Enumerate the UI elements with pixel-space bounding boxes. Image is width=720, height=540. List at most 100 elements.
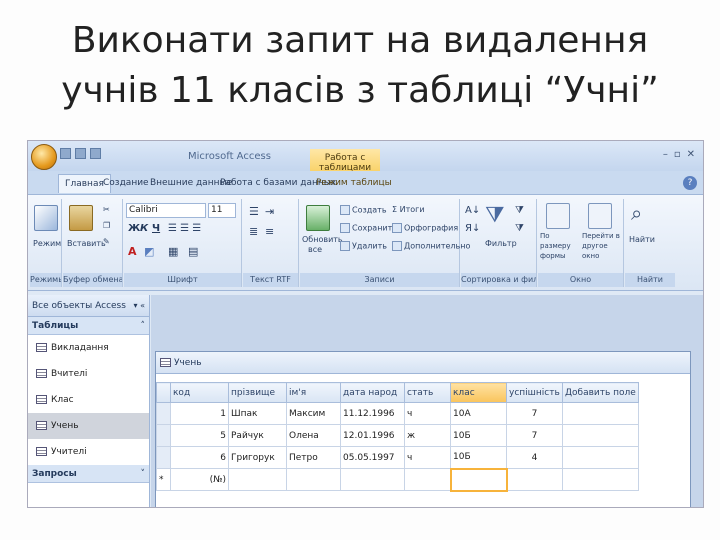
- new-row-id-cell[interactable]: (№): [170, 468, 229, 491]
- table-cell[interactable]: 10Б: [450, 424, 507, 447]
- table-cell[interactable]: [340, 468, 405, 491]
- column-header[interactable]: прізвище: [228, 382, 287, 403]
- copy-icon[interactable]: ❐: [103, 221, 110, 230]
- column-header[interactable]: стать: [404, 382, 451, 403]
- add-field-header[interactable]: Добавить поле: [562, 382, 639, 403]
- save-record-button[interactable]: Сохранить: [340, 223, 397, 233]
- column-header[interactable]: ім'я: [286, 382, 341, 403]
- column-header[interactable]: код: [170, 382, 229, 403]
- refresh-icon[interactable]: [306, 205, 330, 231]
- filter-icon[interactable]: ⧩: [485, 203, 505, 228]
- nav-item-uchen[interactable]: Учень: [28, 413, 149, 439]
- format-painter-icon[interactable]: ✎: [103, 237, 110, 246]
- save-icon[interactable]: [60, 148, 71, 159]
- sort-desc-icon[interactable]: Я↓: [465, 223, 480, 234]
- row-selector[interactable]: [156, 402, 171, 425]
- table-cell[interactable]: Максим: [286, 402, 341, 425]
- row-selector[interactable]: [156, 446, 171, 469]
- font-color-icon[interactable]: A: [128, 245, 137, 258]
- redo-icon[interactable]: [90, 148, 101, 159]
- table-cell[interactable]: 12.01.1996: [340, 424, 405, 447]
- nav-item-klas[interactable]: Клас: [28, 387, 149, 413]
- alt-row-color-icon[interactable]: ▤: [188, 245, 198, 258]
- fit-form-icon[interactable]: [546, 203, 570, 229]
- fit-form-button[interactable]: По размеру формы: [540, 231, 580, 261]
- datasheet-tab[interactable]: Учень: [156, 352, 690, 374]
- advanced-filter-icon[interactable]: ⧩: [515, 223, 524, 234]
- numbering-icon[interactable]: ≡: [265, 225, 274, 238]
- more-button[interactable]: Дополнительно: [392, 241, 470, 251]
- table-cell[interactable]: Петро: [286, 446, 341, 469]
- switch-window-button[interactable]: Перейти в другое окно: [582, 231, 624, 261]
- close-icon[interactable]: ✕: [687, 149, 695, 160]
- row-selector[interactable]: [156, 424, 171, 447]
- font-name-select[interactable]: Calibri: [126, 203, 206, 218]
- view-icon[interactable]: [34, 205, 58, 231]
- table-row[interactable]: 1 Шпак Максим 11.12.1996 ч 10А 7: [156, 402, 639, 425]
- tab-create[interactable]: Создание: [103, 178, 149, 188]
- bullets-icon[interactable]: ≣: [249, 225, 258, 238]
- nav-item-vchyteli[interactable]: Вчителі: [28, 361, 149, 387]
- table-cell[interactable]: [562, 468, 639, 491]
- nav-group-tables[interactable]: Таблицы ˄: [28, 317, 149, 335]
- indent-icon[interactable]: ⇥: [265, 205, 274, 218]
- table-cell[interactable]: 11.12.1996: [340, 402, 405, 425]
- table-cell[interactable]: 5: [170, 424, 229, 447]
- active-cell[interactable]: [449, 467, 508, 492]
- refresh-button-line1[interactable]: Обновить: [302, 235, 343, 245]
- table-cell[interactable]: [286, 468, 341, 491]
- align-left-icon[interactable]: ☰: [249, 205, 259, 218]
- find-button[interactable]: Найти: [629, 235, 655, 245]
- table-cell[interactable]: ч: [404, 402, 451, 425]
- bold-button[interactable]: Ж: [128, 223, 140, 234]
- office-button[interactable]: [31, 144, 57, 170]
- nav-item-vykladannia[interactable]: Викладання: [28, 335, 149, 361]
- table-cell[interactable]: Шпак: [228, 402, 287, 425]
- tab-datasheet[interactable]: Режим таблицы: [316, 178, 392, 188]
- table-cell[interactable]: 05.05.1997: [340, 446, 405, 469]
- binoculars-icon[interactable]: ⌕: [631, 201, 642, 225]
- table-row[interactable]: 6 Григорук Петро 05.05.1997 ч 10Б 4: [156, 446, 639, 469]
- column-header[interactable]: дата народ: [340, 382, 405, 403]
- table-cell[interactable]: 7: [506, 424, 563, 447]
- selection-filter-icon[interactable]: ⧩: [515, 205, 524, 216]
- filter-button[interactable]: Фильтр: [485, 239, 517, 249]
- column-header-selected[interactable]: клас: [450, 382, 507, 403]
- align-icons[interactable]: ☰ ☰ ☰: [168, 223, 201, 234]
- table-cell[interactable]: 1: [170, 402, 229, 425]
- table-cell[interactable]: [506, 468, 563, 491]
- minimize-icon[interactable]: –: [663, 149, 668, 160]
- table-cell[interactable]: [562, 446, 639, 469]
- cut-icon[interactable]: ✂: [103, 205, 110, 214]
- help-icon[interactable]: ?: [683, 176, 697, 190]
- table-cell[interactable]: [404, 468, 451, 491]
- undo-icon[interactable]: [75, 148, 86, 159]
- nav-collapse-icon[interactable]: ▾ «: [134, 295, 145, 317]
- table-cell[interactable]: 10Б: [450, 446, 507, 469]
- table-cell[interactable]: 10А: [450, 402, 507, 425]
- table-cell[interactable]: 4: [506, 446, 563, 469]
- table-cell[interactable]: [562, 402, 639, 425]
- table-row[interactable]: 5 Райчук Олена 12.01.1996 ж 10Б 7: [156, 424, 639, 447]
- nav-item-uchyteli[interactable]: Учителі: [28, 439, 149, 465]
- fill-color-icon[interactable]: ◩: [144, 245, 154, 258]
- delete-record-button[interactable]: Удалить: [340, 241, 387, 251]
- table-cell[interactable]: ч: [404, 446, 451, 469]
- underline-button[interactable]: Ч: [152, 223, 160, 234]
- table-cell[interactable]: Олена: [286, 424, 341, 447]
- sort-asc-icon[interactable]: A↓: [465, 205, 480, 216]
- spelling-button[interactable]: Орфография: [392, 223, 458, 233]
- italic-button[interactable]: К: [140, 223, 148, 234]
- nav-header[interactable]: Все объекты Access ▾ «: [28, 295, 149, 317]
- table-cell[interactable]: 6: [170, 446, 229, 469]
- table-cell[interactable]: 7: [506, 402, 563, 425]
- paste-icon[interactable]: [69, 205, 93, 231]
- select-all[interactable]: [156, 382, 171, 403]
- new-record-button[interactable]: Создать: [340, 205, 387, 215]
- table-cell[interactable]: Григорук: [228, 446, 287, 469]
- paste-button[interactable]: Вставить: [67, 239, 106, 249]
- new-row-marker[interactable]: *: [156, 468, 171, 491]
- refresh-button-line2[interactable]: все: [308, 245, 322, 255]
- table-cell[interactable]: ж: [404, 424, 451, 447]
- table-cell[interactable]: Райчук: [228, 424, 287, 447]
